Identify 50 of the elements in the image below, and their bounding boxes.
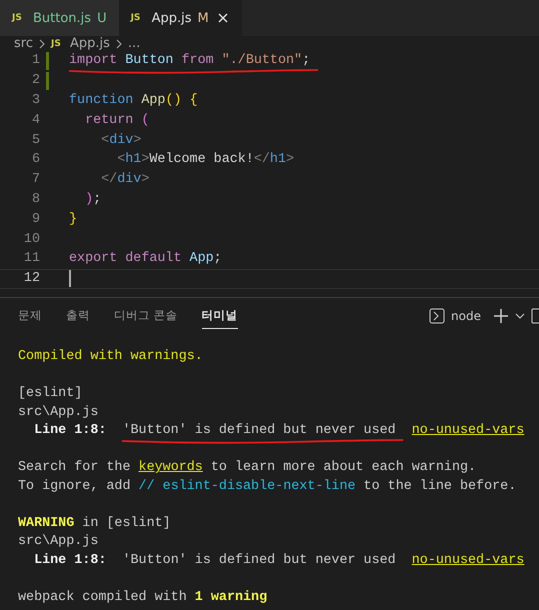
split-icon[interactable] — [531, 308, 539, 324]
file-tab[interactable]: JS App.js M — [118, 0, 242, 36]
plus-icon[interactable] — [493, 308, 509, 324]
file-type-label: JS — [50, 38, 62, 50]
terminal-line: [eslint] — [18, 386, 82, 402]
line-number: 9 — [30, 212, 40, 227]
terminal-line: src\App.js — [18, 404, 98, 420]
chevron-icon — [38, 38, 46, 48]
code-line: } — [69, 212, 78, 227]
chevron-down-icon[interactable] — [515, 312, 525, 320]
code-line: export default App; — [69, 251, 222, 266]
terminal-icon — [429, 308, 446, 324]
line-number: 6 — [30, 152, 40, 168]
code-line: </div> — [100, 172, 150, 188]
line-number: 4 — [30, 112, 40, 128]
panel-tab[interactable]: 디버그 콘솔 — [114, 302, 178, 330]
panel-tab[interactable]: 문제 — [18, 302, 42, 330]
terminal-line: Search for the keywords to learn more about each warning. — [18, 460, 476, 476]
close-icon[interactable] — [216, 11, 230, 25]
breadcrumb-more[interactable]: ... — [128, 36, 140, 51]
text-cursor — [69, 270, 71, 288]
breadcrumb-file[interactable]: App.js — [70, 36, 110, 51]
line-number: 1 — [30, 53, 40, 68]
terminal-line: webpack compiled with 1 warning — [18, 590, 268, 605]
code-line: ); — [84, 192, 102, 207]
code-line: import Button from "./Button"; — [69, 53, 310, 68]
code-line: return ( — [84, 112, 150, 128]
line-number: 8 — [30, 192, 40, 207]
panel-tab[interactable]: 터미널 — [202, 302, 238, 330]
line-number: 3 — [30, 92, 40, 108]
terminal-line: To ignore, add // eslint-disable-next-line to the line before. — [18, 478, 516, 494]
code-line: <h1>Welcome back!</h1> — [116, 152, 294, 168]
line-number: 7 — [30, 172, 40, 188]
terminal-line: WARNING in [eslint] — [18, 516, 171, 531]
line-number: 10 — [22, 232, 40, 247]
terminal-line: Line 1:8: 'Button' is defined but never used no-unused-vars — [18, 423, 524, 438]
line-number: 12 — [22, 271, 40, 286]
terminal-line: Compiled with warnings. — [18, 349, 203, 364]
line-number: 11 — [22, 251, 40, 266]
line-number: 2 — [30, 73, 40, 88]
breadcrumb-folder[interactable]: src — [14, 36, 33, 51]
file-tab[interactable]: JS Button.js U — [0, 0, 119, 36]
terminal-line: src\App.js — [18, 534, 98, 550]
line-number: 5 — [30, 132, 40, 148]
terminal-name[interactable]: node — [451, 308, 481, 323]
code-line: function App() { — [69, 92, 198, 108]
chevron-icon — [114, 38, 123, 48]
code-line: <div> — [100, 132, 142, 148]
terminal-line: Line 1:8: 'Button' is defined but never used no-unused-vars — [33, 552, 524, 568]
panel-tab[interactable]: 출력 — [66, 302, 90, 330]
